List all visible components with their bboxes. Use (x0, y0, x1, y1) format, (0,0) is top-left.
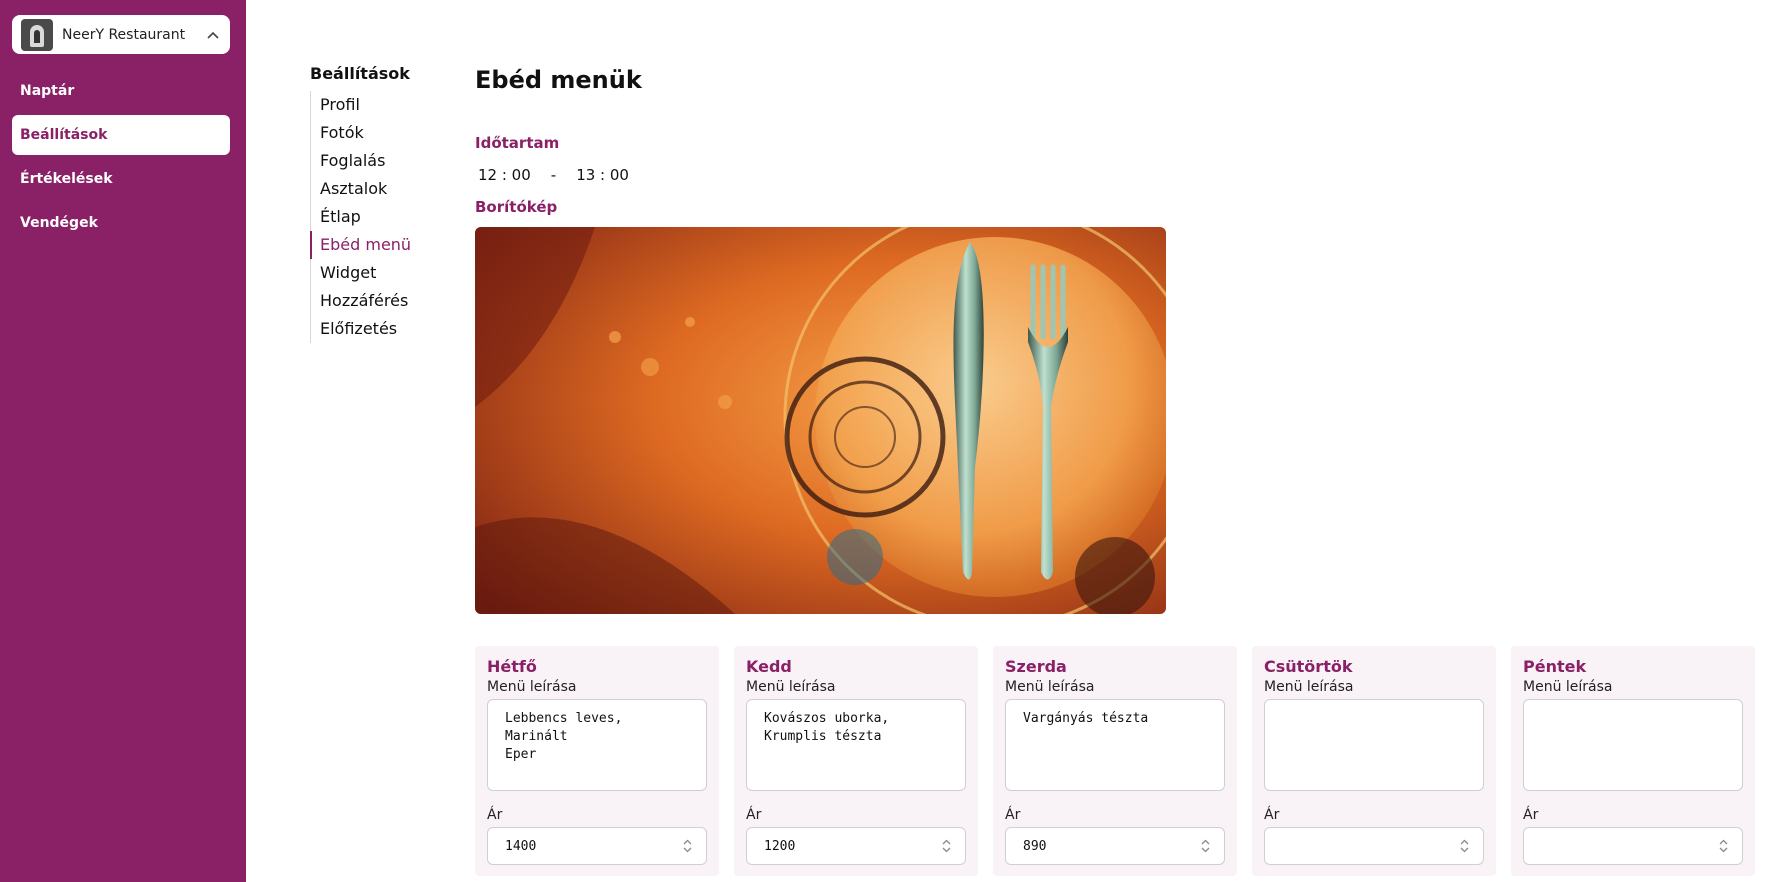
settings-item-hozzaferes[interactable]: Hozzáférés (311, 287, 411, 315)
price-label: Ár (1264, 807, 1280, 823)
settings-item-profil[interactable]: Profil (311, 91, 411, 119)
day-card-szerda: Szerda Menü leírása Vargányás tészta Ár … (993, 646, 1237, 876)
restaurant-selector[interactable]: NeerY Restaurant (12, 15, 230, 54)
sidebar-item-vendegek[interactable]: Vendégek (12, 203, 230, 243)
settings-item-widget[interactable]: Widget (311, 259, 411, 287)
day-name: Péntek (1523, 657, 1587, 676)
settings-item-fotok[interactable]: Fotók (311, 119, 411, 147)
menu-description-label: Menü leírása (487, 679, 577, 695)
price-value: 1200 (764, 838, 796, 854)
price-label: Ár (1005, 807, 1021, 823)
sidebar-item-ertekelesek[interactable]: Értékelések (12, 159, 230, 199)
end-time-input[interactable]: 13 : 00 (576, 166, 629, 184)
price-value: 890 (1023, 838, 1047, 854)
sidebar-item-beallitasok[interactable]: Beállítások (12, 115, 230, 155)
settings-item-etlap[interactable]: Étlap (311, 203, 411, 231)
sidebar: NeerY Restaurant Naptár Beállítások Érté… (0, 0, 246, 882)
day-card-hetfo: Hétfő Menü leírása Lebbencs leves, Marin… (475, 646, 719, 876)
spinner-arrows-icon[interactable] (1457, 837, 1471, 855)
menu-description-label: Menü leírása (1005, 679, 1095, 695)
menu-description-label: Menü leírása (1264, 679, 1354, 695)
spinner-arrows-icon[interactable] (680, 837, 694, 855)
day-name: Csütörtök (1264, 657, 1353, 676)
menu-description-input[interactable] (1523, 699, 1743, 791)
time-separator: - (550, 166, 557, 184)
start-time-input[interactable]: 12 : 00 (478, 166, 531, 184)
day-name: Szerda (1005, 657, 1067, 676)
day-name: Hétfő (487, 657, 537, 676)
settings-item-asztalok[interactable]: Asztalok (311, 175, 411, 203)
menu-description-label: Menü leírása (746, 679, 836, 695)
price-input[interactable]: 1400 (487, 827, 707, 865)
price-input[interactable]: 1200 (746, 827, 966, 865)
price-input[interactable] (1523, 827, 1743, 865)
day-name: Kedd (746, 657, 792, 676)
day-card-pentek: Péntek Menü leírása Ár (1511, 646, 1755, 876)
cover-image-art (475, 227, 1166, 614)
duration-row: 12 : 00 - 13 : 00 (478, 166, 629, 184)
price-value: 1400 (505, 838, 537, 854)
restaurant-name: NeerY Restaurant (62, 26, 186, 43)
day-card-csutortok: Csütörtök Menü leírása Ár (1252, 646, 1496, 876)
settings-item-elofizetes[interactable]: Előfizetés (311, 315, 411, 343)
menu-description-input[interactable]: Vargányás tészta (1005, 699, 1225, 791)
price-input[interactable]: 890 (1005, 827, 1225, 865)
settings-nav-title: Beállítások (310, 64, 410, 83)
settings-item-foglalas[interactable]: Foglalás (311, 147, 411, 175)
sidebar-item-naptar[interactable]: Naptár (12, 71, 230, 111)
cover-image[interactable] (475, 227, 1166, 614)
price-label: Ár (487, 807, 503, 823)
menu-description-label: Menü leírása (1523, 679, 1613, 695)
price-label: Ár (1523, 807, 1539, 823)
day-card-kedd: Kedd Menü leírása Kovászos uborka, Krump… (734, 646, 978, 876)
menu-description-input[interactable]: Kovászos uborka, Krumplis tészta (746, 699, 966, 791)
page-title: Ebéd menük (475, 66, 642, 94)
spinner-arrows-icon[interactable] (939, 837, 953, 855)
spinner-arrows-icon[interactable] (1716, 837, 1730, 855)
chevron-up-icon (206, 28, 220, 42)
price-label: Ár (746, 807, 762, 823)
cover-label: Borítókép (475, 198, 558, 216)
menu-description-input[interactable] (1264, 699, 1484, 791)
price-input[interactable] (1264, 827, 1484, 865)
spinner-arrows-icon[interactable] (1198, 837, 1212, 855)
menu-description-input[interactable]: Lebbencs leves, Marinált Eper (487, 699, 707, 791)
restaurant-logo (21, 18, 53, 51)
settings-item-ebed-menu[interactable]: Ebéd menü (310, 231, 411, 259)
settings-nav-list: Profil Fotók Foglalás Asztalok Étlap Ebé… (310, 91, 411, 343)
duration-label: Időtartam (475, 134, 560, 152)
settings-nav: Beállítások Profil Fotók Foglalás Asztal… (310, 64, 411, 343)
